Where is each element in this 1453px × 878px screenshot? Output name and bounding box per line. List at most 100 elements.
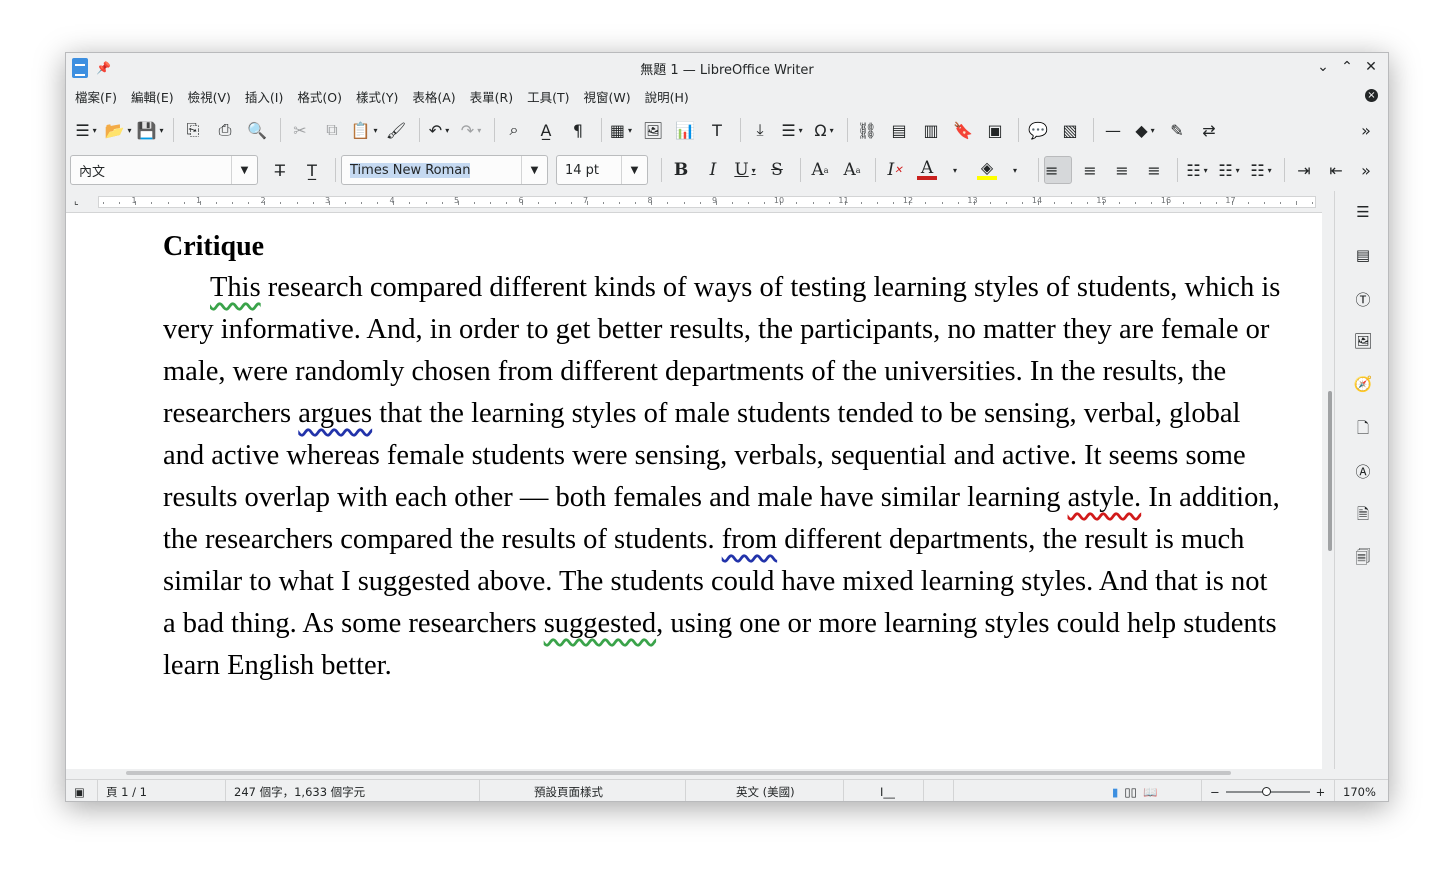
clone-formatting-icon[interactable]: 🖌	[382, 116, 410, 144]
align-center-icon[interactable]: ≡	[1076, 156, 1104, 184]
special-character-icon[interactable]: Ω ▾	[810, 116, 838, 144]
single-page-view-icon[interactable]: ▮	[1112, 785, 1118, 799]
italic-icon[interactable]: I	[699, 156, 727, 184]
paste-icon[interactable]: 📋 ▾	[350, 116, 378, 144]
menu-table[interactable]: 表格(A)	[407, 87, 460, 106]
copy-icon[interactable]: ⧉	[318, 116, 346, 144]
document-paragraph[interactable]: This research compared different kinds o…	[163, 267, 1283, 687]
undo-icon[interactable]: ↶ ▾	[425, 116, 453, 144]
menu-edit[interactable]: 編輯(E)	[126, 87, 179, 106]
menu-window[interactable]: 視窗(W)	[579, 87, 636, 106]
cut-icon[interactable]: ✂	[286, 116, 314, 144]
font-size-combo[interactable]: 14 pt ▼	[556, 155, 648, 185]
spelling-icon[interactable]: A̲	[532, 116, 560, 144]
hyperlink-icon[interactable]: ⛓	[853, 116, 881, 144]
bold-icon[interactable]: B	[667, 156, 695, 184]
numbering-icon[interactable]: ☷ ▾	[1215, 156, 1243, 184]
export-pdf-icon[interactable]: ⎘	[179, 116, 207, 144]
zoom-out-button[interactable]: −	[1210, 785, 1220, 799]
insert-chart-icon[interactable]: 📊	[671, 116, 699, 144]
insert-table-icon[interactable]: ▦ ▾	[607, 116, 635, 144]
book-view-icon[interactable]: 📖	[1143, 785, 1157, 799]
insert-line-icon[interactable]: —	[1099, 116, 1127, 144]
clear-formatting-icon[interactable]: I ✕	[881, 156, 909, 184]
paragraph-style-combo[interactable]: 內文 ▼	[70, 155, 258, 185]
subscript-icon[interactable]: Aa	[838, 156, 866, 184]
track-changes-icon[interactable]: ▧	[1056, 116, 1084, 144]
spellcheck-word[interactable]: argues	[298, 398, 372, 429]
endnote-icon[interactable]: ▥	[917, 116, 945, 144]
chevron-down-icon[interactable]: ▼	[621, 156, 647, 184]
zoom-in-button[interactable]: +	[1316, 785, 1326, 799]
justify-icon[interactable]: ≡	[1140, 156, 1168, 184]
tab-stop-icon[interactable]: ⌞	[74, 196, 79, 207]
menu-format[interactable]: 格式(O)	[292, 87, 347, 106]
horizontal-scrollbar[interactable]	[66, 769, 1322, 777]
menu-form[interactable]: 表單(R)	[465, 87, 518, 106]
zoom-slider-knob[interactable]	[1261, 786, 1271, 796]
minimize-button[interactable]: ⌄	[1314, 57, 1332, 77]
scrollbar-thumb[interactable]	[1328, 391, 1332, 551]
spellcheck-word[interactable]: This	[210, 272, 261, 303]
scrollbar-thumb[interactable]	[126, 771, 1231, 775]
document-modified-icon[interactable]: ▣	[66, 780, 98, 801]
font-color-icon[interactable]: A	[913, 156, 941, 184]
page-break-icon[interactable]: ⤓	[746, 116, 774, 144]
spellcheck-word[interactable]: suggested	[544, 608, 656, 639]
page-number-status[interactable]: 頁 1 / 1	[98, 780, 226, 801]
design-icon[interactable]: 🗐	[1353, 547, 1373, 567]
spellcheck-word[interactable]: astyle.	[1068, 482, 1142, 513]
formatting-marks-icon[interactable]: ¶	[564, 116, 592, 144]
align-right-icon[interactable]: ≡	[1108, 156, 1136, 184]
navigator-icon[interactable]: 🧭	[1353, 375, 1373, 395]
chevron-down-icon[interactable]: ▾	[1001, 156, 1029, 184]
chevron-down-icon[interactable]: ▾	[941, 156, 969, 184]
open-folder-icon[interactable]: 📂 ▾	[104, 116, 132, 144]
page-style-status[interactable]: 預設頁面樣式	[480, 780, 686, 801]
gallery-icon[interactable]: 🖼	[1353, 332, 1373, 352]
horizontal-ruler[interactable]: ⌞ 1 1 2 3 4 5 6 7 8 9 10 11 12 13 14 15 16 17	[66, 191, 1322, 213]
menu-styles[interactable]: 樣式(Y)	[351, 87, 403, 106]
highlight-color-icon[interactable]: ◈	[973, 156, 1001, 184]
menu-insert[interactable]: 插入(I)	[240, 87, 288, 106]
cross-reference-icon[interactable]: ▣	[981, 116, 1009, 144]
update-style-icon[interactable]: T̶	[266, 156, 294, 184]
align-left-icon[interactable]: ≡	[1044, 156, 1072, 184]
redo-icon[interactable]: ↷ ▾	[457, 116, 485, 144]
new-document-icon[interactable]: ☰ ▾	[72, 116, 100, 144]
insert-textbox-icon[interactable]: T	[703, 116, 731, 144]
increase-indent-icon[interactable]: ⇥	[1290, 156, 1318, 184]
document-page[interactable]: Critique This research compared differen…	[163, 231, 1283, 687]
draw-icon[interactable]: ✎	[1163, 116, 1191, 144]
font-name-value[interactable]: Times New Roman	[342, 162, 521, 178]
properties-icon[interactable]: ▤	[1353, 246, 1373, 266]
word-count-status[interactable]: 247 個字，1,633 個字元	[226, 780, 480, 801]
basic-shapes-icon[interactable]: ◆ ▾	[1131, 116, 1159, 144]
superscript-icon[interactable]: Aa	[806, 156, 834, 184]
selection-mode-status[interactable]	[924, 780, 954, 801]
spellcheck-word[interactable]: from	[722, 524, 777, 555]
manage-changes-icon[interactable]: 🗎	[1353, 504, 1373, 524]
zoom-percent-status[interactable]: 170%	[1334, 780, 1384, 801]
find-replace-icon[interactable]: ⌕	[500, 116, 528, 144]
autospellcheck-icon[interactable]: ⇄	[1195, 116, 1223, 144]
styles-icon[interactable]: Ⓣ	[1353, 289, 1373, 309]
page-icon[interactable]: 🗋	[1353, 418, 1373, 438]
pin-icon[interactable]: 📌	[96, 61, 111, 75]
vertical-scrollbar[interactable]	[1322, 191, 1334, 769]
bullets-icon[interactable]: ☷ ▾	[1183, 156, 1211, 184]
insert-image-icon[interactable]: 🖼	[639, 116, 667, 144]
chevron-down-icon[interactable]: ▼	[521, 156, 547, 184]
menu-tools[interactable]: 工具(T)	[522, 87, 574, 106]
close-document-button[interactable]: ×	[1365, 89, 1378, 102]
insert-mode-status[interactable]: I__	[844, 780, 924, 801]
menu-file[interactable]: 檔案(F)	[70, 87, 122, 106]
font-name-combo[interactable]: Times New Roman ▼	[341, 155, 548, 185]
sidebar-menu-icon[interactable]: ☰	[1353, 203, 1373, 223]
style-inspector-icon[interactable]: Ⓐ	[1353, 461, 1373, 481]
bookmark-icon[interactable]: 🔖	[949, 116, 977, 144]
strikethrough-icon[interactable]: S	[763, 156, 791, 184]
language-status[interactable]: 英文 (美國)	[686, 780, 844, 801]
chevron-down-icon[interactable]: ▼	[231, 156, 257, 184]
print-icon[interactable]: ⎙	[211, 116, 239, 144]
